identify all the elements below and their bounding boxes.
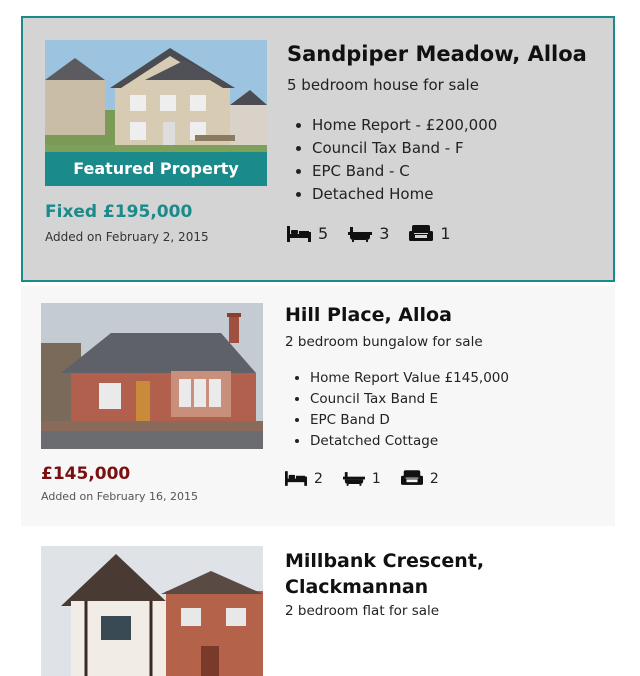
- bathrooms-value: 1: [371, 470, 381, 487]
- bath-icon: [342, 472, 365, 486]
- bathrooms-count: 1: [342, 470, 381, 487]
- feature-item: Detatched Cottage: [310, 431, 509, 452]
- bath-icon: [348, 226, 373, 242]
- listing-subtitle: 2 bedroom flat for sale: [285, 603, 440, 619]
- feature-item: EPC Band - C: [312, 160, 497, 183]
- added-date: Added on February 16, 2015: [41, 490, 198, 503]
- feature-list: Home Report Value £145,000 Council Tax B…: [310, 368, 509, 452]
- property-photo[interactable]: [41, 546, 263, 676]
- listing-title[interactable]: Millbank Crescent, Clackmannan: [285, 548, 585, 600]
- feature-item: Council Tax Band - F: [312, 137, 497, 160]
- featured-listing-card[interactable]: Featured Property Fixed £195,000 Added o…: [21, 16, 615, 282]
- bedrooms-value: 5: [318, 224, 329, 243]
- listing-title[interactable]: Hill Place, Alloa: [285, 304, 452, 326]
- bedrooms-count: 5: [287, 224, 328, 243]
- sofa-icon: [409, 224, 434, 241]
- property-photo[interactable]: Featured Property: [45, 40, 267, 186]
- listing-card[interactable]: £145,000 Added on February 16, 2015 Hill…: [21, 286, 615, 526]
- room-counts: 2 1 2: [285, 470, 459, 487]
- feature-list: Home Report - £200,000 Council Tax Band …: [312, 114, 497, 206]
- featured-property-banner: Featured Property: [45, 152, 267, 186]
- listing-card[interactable]: Millbank Crescent, Clackmannan 2 bedroom…: [21, 526, 615, 676]
- feature-item: Detached Home: [312, 183, 497, 206]
- added-date: Added on February 2, 2015: [45, 230, 209, 244]
- listing-title[interactable]: Sandpiper Meadow, Alloa: [287, 42, 587, 66]
- listing-subtitle: 2 bedroom bungalow for sale: [285, 334, 483, 350]
- receptions-count: 1: [409, 224, 451, 243]
- receptions-value: 2: [429, 470, 439, 487]
- receptions-value: 1: [440, 224, 451, 243]
- bed-icon: [285, 471, 307, 486]
- bathrooms-value: 3: [379, 224, 390, 243]
- property-photo[interactable]: [41, 303, 263, 449]
- feature-item: Home Report - £200,000: [312, 114, 497, 137]
- room-counts: 5 3 1: [287, 224, 471, 243]
- bedrooms-count: 2: [285, 471, 323, 487]
- bed-icon: [287, 225, 311, 242]
- listing-subtitle: 5 bedroom house for sale: [287, 76, 479, 94]
- feature-item: EPC Band D: [310, 410, 509, 431]
- bathrooms-count: 3: [348, 224, 389, 243]
- feature-item: Council Tax Band E: [310, 389, 509, 410]
- bedrooms-value: 2: [314, 470, 323, 487]
- feature-item: Home Report Value £145,000: [310, 368, 509, 389]
- receptions-count: 2: [400, 470, 439, 487]
- listing-price: £145,000: [41, 464, 131, 484]
- sofa-icon: [400, 470, 423, 485]
- listing-price: Fixed £195,000: [45, 202, 193, 222]
